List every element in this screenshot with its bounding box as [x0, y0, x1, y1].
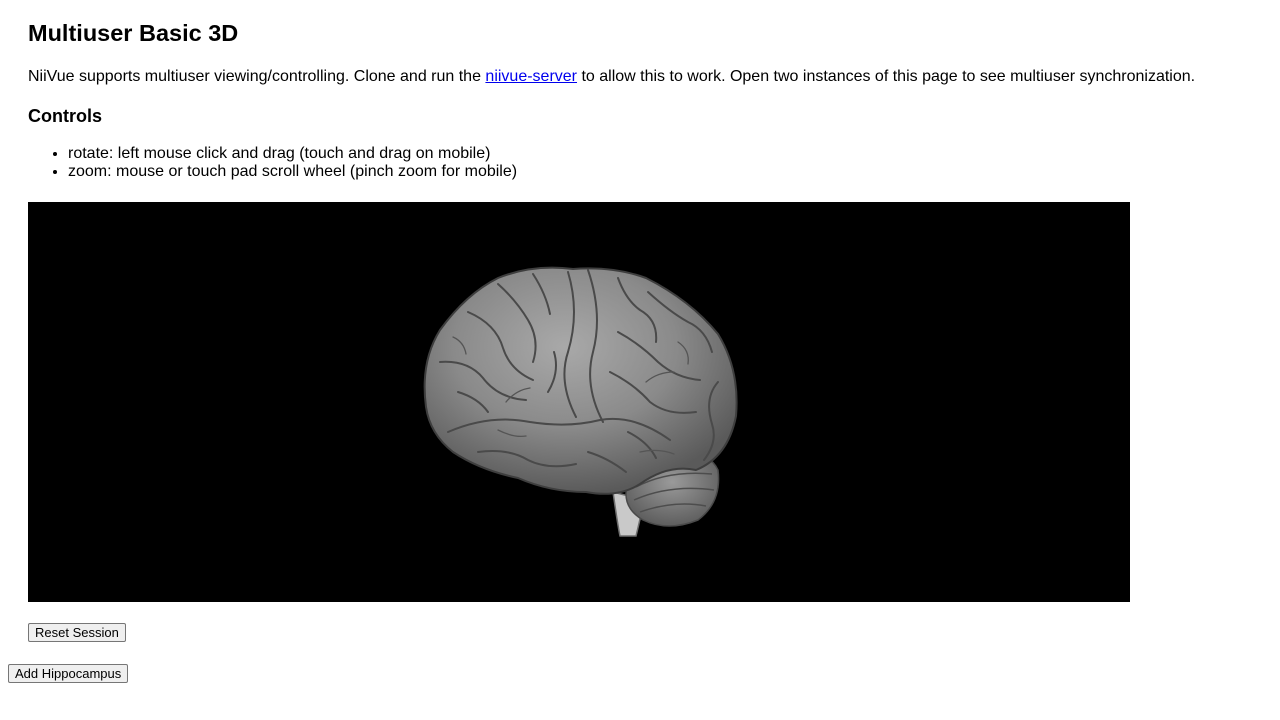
page-title: Multiuser Basic 3D [28, 20, 239, 46]
niivue-canvas[interactable] [28, 202, 1130, 602]
intro-text-end: to allow this to work. Open two instance… [577, 68, 1196, 85]
brain-render [423, 266, 738, 537]
intro-paragraph: NiiVue supports multiuser viewing/contro… [28, 67, 1195, 87]
controls-list: rotate: left mouse click and drag (touch… [28, 145, 517, 181]
cerebrum-shape [423, 266, 738, 495]
niivue-server-link[interactable]: niivue-server [485, 68, 577, 85]
reset-session-button[interactable]: Reset Session [28, 623, 126, 642]
add-hippocampus-button[interactable]: Add Hippocampus [8, 664, 129, 683]
controls-heading: Controls [28, 106, 102, 126]
intro-text-start: NiiVue supports multiuser viewing/contro… [28, 68, 486, 85]
control-item-rotate: rotate: left mouse click and drag (touch… [68, 145, 517, 163]
control-item-zoom: zoom: mouse or touch pad scroll wheel (p… [68, 163, 517, 181]
